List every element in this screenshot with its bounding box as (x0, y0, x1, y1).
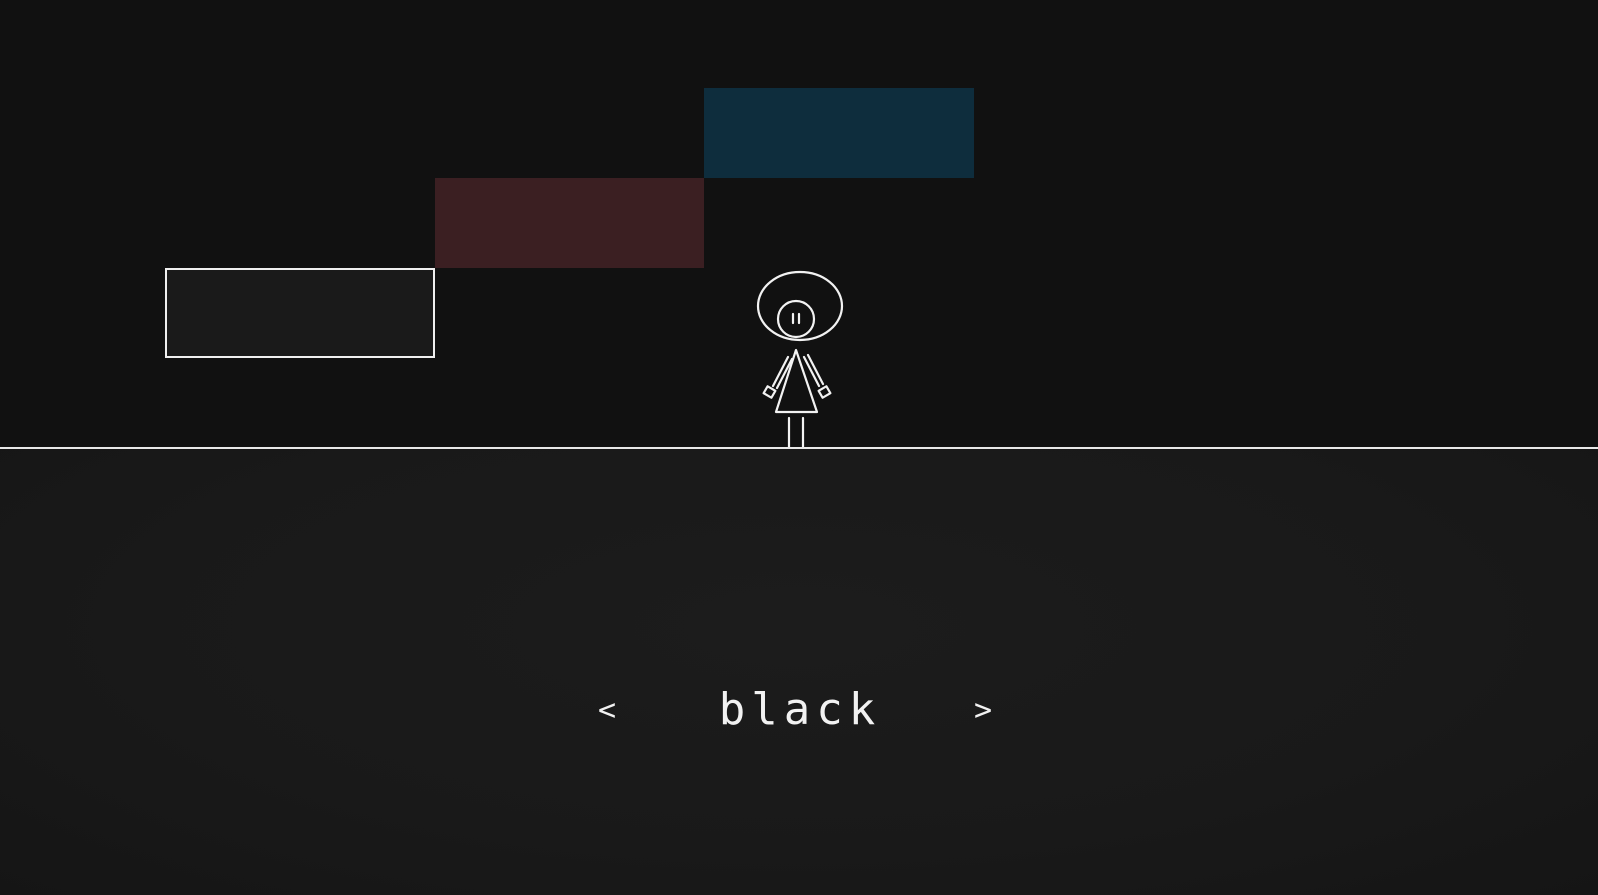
ground (0, 448, 1598, 895)
ground-line (0, 447, 1598, 449)
next-color-button[interactable]: > (974, 696, 992, 726)
color-block-black-selected (165, 268, 435, 358)
current-color-label: black (718, 684, 882, 735)
character-face (776, 299, 816, 339)
color-block-blue (704, 88, 974, 178)
color-block-red (435, 178, 704, 268)
game-scene: < black > (0, 0, 1598, 895)
color-selector: < black > (580, 684, 1020, 754)
stick-figure-character-icon (756, 270, 844, 450)
